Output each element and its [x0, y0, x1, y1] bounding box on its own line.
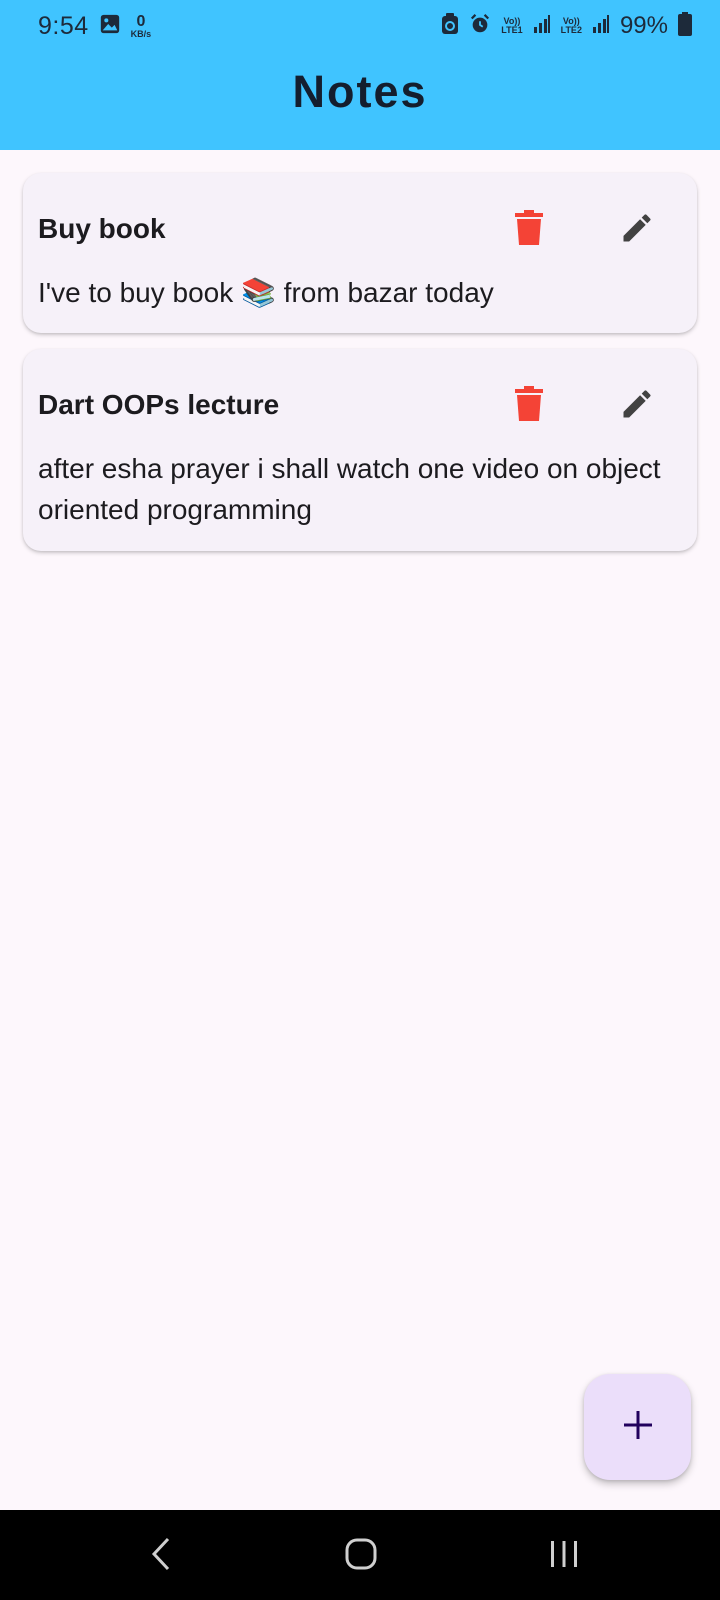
sim1-volte: Vo)) LTE1 [501, 16, 523, 35]
chevron-left-icon [150, 1537, 172, 1576]
page-title: Notes [292, 66, 428, 117]
battery-icon [678, 11, 692, 41]
network-speed: 0 KB/s [130, 12, 152, 39]
pencil-icon [619, 210, 655, 251]
note-title: Buy book [38, 213, 166, 244]
system-nav-bar [0, 1510, 720, 1600]
edit-button[interactable] [609, 202, 665, 258]
recents-icon [548, 1539, 580, 1574]
sync-icon [441, 12, 459, 40]
alarm-icon [469, 13, 491, 40]
nav-home-button[interactable] [331, 1528, 391, 1584]
status-time: 9:54 [38, 11, 89, 40]
nav-back-button[interactable] [131, 1528, 191, 1584]
battery-percent: 99% [619, 12, 668, 39]
delete-button[interactable] [501, 202, 557, 258]
status-bar: 9:54 0 KB/s Vo)) LTE1 Vo)) LTE2 99% [0, 0, 720, 52]
gallery-notification-icon [99, 13, 121, 40]
trash-icon [514, 385, 544, 427]
sim2-volte: Vo)) LTE2 [560, 16, 582, 35]
delete-button[interactable] [501, 378, 557, 434]
note-title: Dart OOPs lecture [38, 389, 280, 420]
pencil-icon [619, 386, 655, 427]
trash-icon [514, 209, 544, 251]
note-card[interactable]: Dart OOPs lecture after esha prayer i sh… [23, 349, 697, 551]
add-note-button[interactable] [584, 1374, 691, 1480]
note-body: I've to buy book 📚 from bazar today [38, 277, 494, 308]
signal-icon [533, 14, 551, 39]
app-bar: 9:54 0 KB/s Vo)) LTE1 Vo)) LTE2 99% Note… [0, 0, 720, 150]
home-icon [345, 1538, 377, 1575]
note-card[interactable]: Buy book I've to buy book 📚 from bazar t… [23, 173, 697, 333]
signal-icon [592, 14, 610, 39]
plus-icon [623, 1410, 653, 1445]
note-body: after esha prayer i shall watch one vide… [38, 453, 661, 525]
nav-recents-button[interactable] [534, 1528, 594, 1584]
edit-button[interactable] [609, 378, 665, 434]
